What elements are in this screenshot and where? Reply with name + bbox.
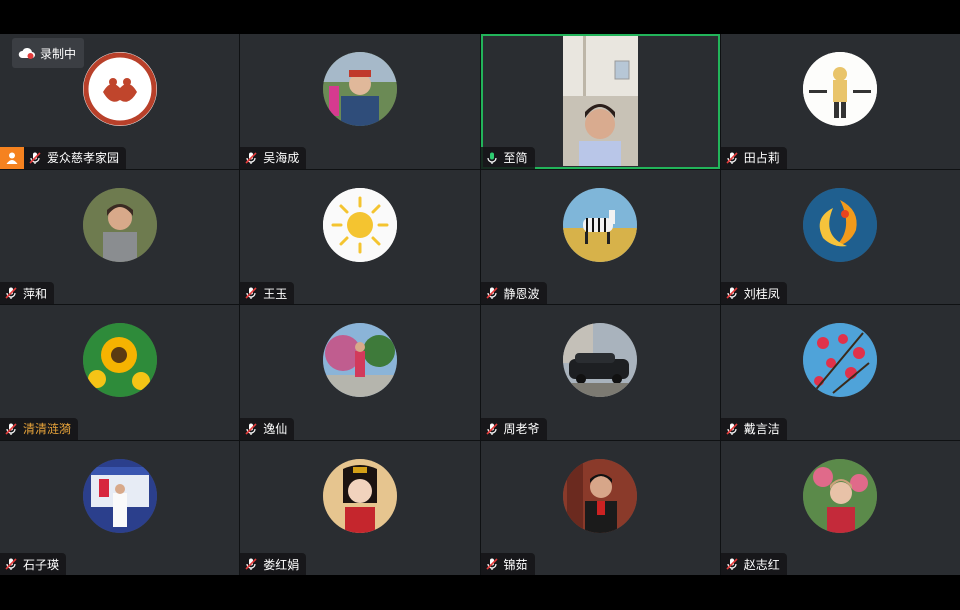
participant-nameplate: 刘桂凤 bbox=[720, 282, 787, 304]
participant-name: 逸仙 bbox=[263, 422, 288, 436]
host-badge-icon bbox=[0, 146, 24, 169]
participant-tile[interactable]: 王玉 bbox=[240, 169, 480, 304]
mic-muted-icon bbox=[244, 286, 258, 300]
mic-active-icon bbox=[485, 151, 499, 165]
participant-tile[interactable]: 萍和 bbox=[0, 169, 240, 304]
avatar bbox=[322, 458, 397, 533]
mic-muted-icon bbox=[485, 422, 499, 436]
avatar bbox=[803, 458, 878, 533]
mic-muted-icon bbox=[485, 557, 499, 571]
participant-nameplate: 爱众慈孝家园 bbox=[24, 146, 127, 169]
participant-nameplate: 吴海成 bbox=[240, 146, 307, 169]
participant-nameplate: 赵志红 bbox=[720, 553, 787, 575]
mic-muted-icon bbox=[244, 151, 258, 165]
participant-tile[interactable]: 逸仙 bbox=[240, 305, 480, 440]
participant-name: 吴海成 bbox=[263, 151, 300, 165]
participant-tile[interactable]: 清清涟漪 bbox=[0, 305, 240, 440]
participant-nameplate: 娄红娟 bbox=[240, 553, 307, 575]
participant-nameplate: 王玉 bbox=[240, 282, 295, 304]
participant-nameplate: 石子瑛 bbox=[0, 553, 67, 575]
participant-name: 爱众慈孝家园 bbox=[47, 151, 120, 165]
participant-name: 田占莉 bbox=[743, 151, 780, 165]
avatar bbox=[803, 323, 878, 397]
avatar bbox=[563, 458, 638, 533]
participant-nameplate: 清清涟漪 bbox=[0, 417, 79, 440]
participant-tile[interactable]: 周老爷 bbox=[480, 305, 720, 440]
participant-nameplate: 静恩波 bbox=[480, 282, 547, 304]
participant-tile[interactable]: 刘桂凤 bbox=[720, 169, 960, 304]
mic-muted-icon bbox=[485, 286, 499, 300]
participant-tile[interactable]: 戴言洁 bbox=[720, 305, 960, 440]
mic-muted-icon bbox=[725, 151, 739, 165]
avatar bbox=[563, 323, 638, 397]
participant-tile[interactable]: 锦茹 bbox=[480, 440, 720, 575]
mic-muted-icon bbox=[4, 422, 18, 436]
participant-name: 静恩波 bbox=[503, 286, 540, 301]
participant-nameplate: 至简 bbox=[480, 146, 535, 169]
recording-indicator[interactable]: 录制中 bbox=[12, 38, 85, 68]
avatar bbox=[322, 323, 397, 397]
participant-name: 娄红娟 bbox=[263, 557, 300, 572]
cloud-record-icon bbox=[18, 46, 36, 60]
avatar bbox=[322, 187, 397, 262]
participant-name: 赵志红 bbox=[743, 557, 780, 572]
mic-muted-icon bbox=[4, 286, 18, 300]
participant-grid: 爱众慈孝家园 吴海成 至简 田占莉 萍和 王玉 静恩波 刘桂凤 清清涟漪 逸仙 … bbox=[0, 34, 960, 575]
mic-muted-icon bbox=[28, 151, 42, 165]
participant-nameplate: 戴言洁 bbox=[720, 417, 787, 440]
avatar bbox=[563, 187, 638, 262]
avatar bbox=[82, 323, 157, 397]
recording-label: 录制中 bbox=[40, 46, 77, 61]
mic-muted-icon bbox=[725, 286, 739, 300]
mic-muted-icon bbox=[244, 422, 258, 436]
mic-muted-icon bbox=[244, 557, 258, 571]
mic-muted-icon bbox=[4, 557, 18, 571]
avatar bbox=[803, 52, 878, 126]
participant-name: 戴言洁 bbox=[743, 422, 780, 436]
participant-nameplate: 田占莉 bbox=[720, 146, 787, 169]
participant-tile[interactable]: 娄红娟 bbox=[240, 440, 480, 575]
participant-tile[interactable]: 静恩波 bbox=[480, 169, 720, 304]
participant-name: 清清涟漪 bbox=[23, 422, 72, 436]
participant-nameplate: 周老爷 bbox=[480, 417, 547, 440]
participant-name: 王玉 bbox=[263, 286, 288, 301]
participant-name: 锦茹 bbox=[503, 557, 528, 572]
avatar bbox=[82, 187, 157, 262]
participant-name: 石子瑛 bbox=[23, 557, 60, 572]
participant-tile-speaking[interactable]: 至简 bbox=[480, 34, 720, 169]
avatar bbox=[82, 458, 157, 533]
participant-name: 刘桂凤 bbox=[743, 286, 780, 301]
mic-muted-icon bbox=[725, 422, 739, 436]
participant-tile[interactable]: 赵志红 bbox=[720, 440, 960, 575]
participant-video bbox=[562, 36, 638, 166]
participant-nameplate: 萍和 bbox=[0, 282, 55, 304]
participant-name: 至简 bbox=[503, 151, 528, 165]
mic-muted-icon bbox=[725, 557, 739, 571]
participant-tile[interactable]: 田占莉 bbox=[720, 34, 960, 169]
avatar bbox=[803, 187, 878, 262]
avatar bbox=[82, 52, 157, 126]
participant-tile[interactable]: 石子瑛 bbox=[0, 440, 240, 575]
participant-name: 周老爷 bbox=[503, 422, 540, 436]
participant-nameplate: 锦茹 bbox=[480, 553, 535, 575]
avatar bbox=[322, 52, 397, 126]
participant-name: 萍和 bbox=[23, 286, 48, 301]
participant-tile[interactable]: 吴海成 bbox=[240, 34, 480, 169]
participant-nameplate: 逸仙 bbox=[240, 417, 295, 440]
